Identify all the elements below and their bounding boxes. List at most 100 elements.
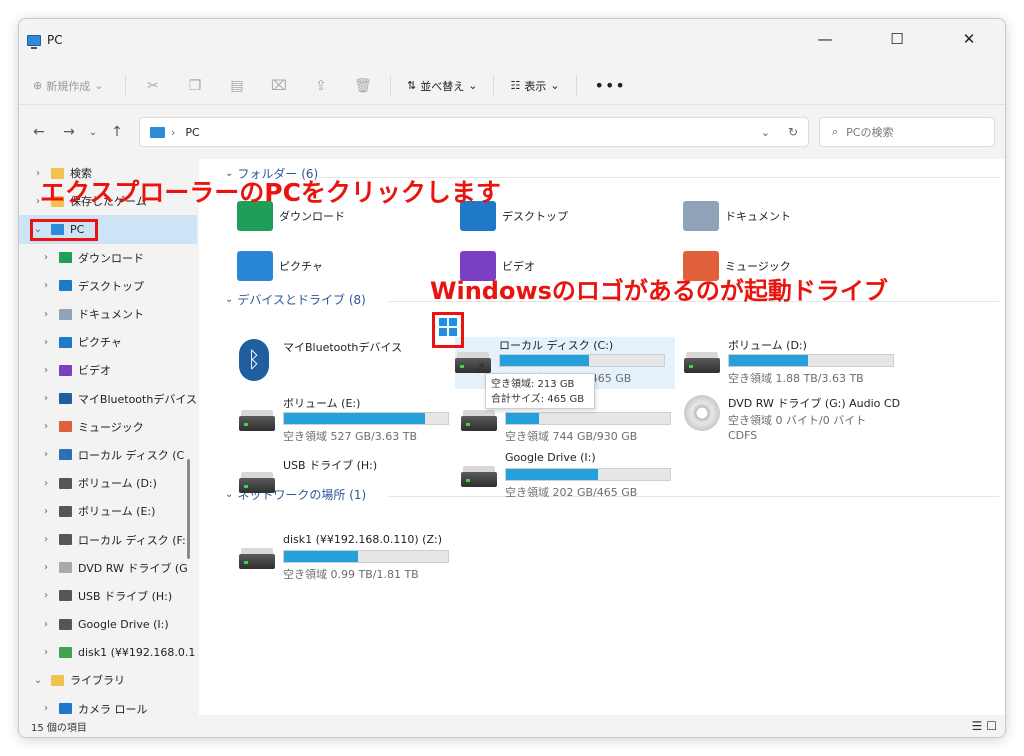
- sidebar-item-icon: [59, 308, 72, 320]
- rename-icon[interactable]: ⌧: [258, 78, 300, 94]
- sidebar-item-label: ドキュメント: [78, 308, 144, 322]
- sidebar-item[interactable]: › ピクチャ: [19, 328, 197, 356]
- maximize-button[interactable]: ☐: [861, 19, 933, 59]
- view-toggle-icons[interactable]: ☰ ☐: [972, 719, 997, 733]
- more-options-button[interactable]: •••: [583, 76, 638, 95]
- chevron-right-icon[interactable]: ›: [39, 365, 53, 376]
- drive-usage-bar: [283, 550, 449, 563]
- sidebar-item[interactable]: › ミュージック: [19, 413, 197, 441]
- sidebar-item-label: USB ドライブ (H:): [78, 589, 173, 603]
- sidebar-item[interactable]: › カメラ ロール: [19, 695, 197, 717]
- drive-item[interactable]: USB ドライブ (H:): [239, 457, 453, 509]
- sidebar-item[interactable]: › ボリューム (E:): [19, 497, 197, 525]
- drive-item[interactable]: ᛒ マイBluetoothデバイス: [239, 339, 453, 391]
- sidebar-item[interactable]: › Google Drive (I:): [19, 610, 197, 638]
- chevron-right-icon[interactable]: ›: [39, 590, 53, 601]
- sidebar-item[interactable]: › ダウンロード: [19, 244, 197, 272]
- sidebar-item[interactable]: › ドキュメント: [19, 300, 197, 328]
- sidebar-item-label: DVD RW ドライブ (G: [78, 561, 188, 575]
- drive-usage-bar: [499, 354, 665, 367]
- up-arrow-icon[interactable]: ↑: [105, 124, 129, 140]
- folder-name: デスクトップ: [502, 210, 568, 223]
- chevron-right-icon[interactable]: ›: [39, 703, 53, 714]
- breadcrumb-pc[interactable]: PC: [185, 126, 199, 139]
- chevron-right-icon[interactable]: ›: [39, 252, 53, 263]
- drive-name: ボリューム (E:): [283, 397, 361, 410]
- cut-icon[interactable]: ✂: [132, 78, 174, 94]
- sort-icon: ⇅: [407, 79, 417, 92]
- chevron-right-icon[interactable]: ›: [39, 506, 53, 517]
- chevron-right-icon[interactable]: ›: [39, 393, 53, 404]
- close-button[interactable]: ✕: [933, 19, 1005, 59]
- sidebar-item-label: デスクトップ: [78, 279, 144, 293]
- refresh-icon[interactable]: ↻: [788, 125, 798, 139]
- paste-icon[interactable]: ▤: [216, 78, 258, 94]
- sidebar-item-icon: [59, 252, 72, 264]
- drive-item[interactable]: DVD RW ドライブ (G:) Audio CD 空き領域 0 バイト/0 バイ…: [684, 395, 900, 447]
- folder-item[interactable]: ピクチャ: [237, 251, 323, 281]
- drive-tooltip: 空き領域: 213 GB 合計サイズ: 465 GB: [485, 373, 595, 409]
- recent-dropdown-icon[interactable]: ⌄: [81, 127, 105, 138]
- sidebar-item-icon: [59, 646, 72, 658]
- forward-arrow-icon[interactable]: →: [57, 124, 81, 140]
- sidebar-item[interactable]: › マイBluetoothデバイス: [19, 385, 197, 413]
- drive-item[interactable]: ボリューム (D:) 空き領域 1.88 TB/3.63 TB: [684, 337, 898, 389]
- chevron-right-icon[interactable]: ›: [39, 309, 53, 320]
- minimize-button[interactable]: —: [789, 19, 861, 59]
- sidebar-item[interactable]: › ローカル ディスク (F:: [19, 525, 197, 553]
- chevron-right-icon[interactable]: ›: [39, 619, 53, 630]
- chevron-right-icon[interactable]: ›: [39, 280, 53, 291]
- drive-item[interactable]: ボリューム (E:) 空き領域 527 GB/3.63 TB: [239, 395, 453, 447]
- new-button[interactable]: ⊕ 新規作成 ⌄: [33, 78, 119, 94]
- search-input[interactable]: ⌕ PCの検索: [819, 117, 995, 147]
- item-count: 15 個の項目: [31, 722, 87, 734]
- sidebar-item-icon: [59, 618, 72, 630]
- drive-usage-fill: [506, 413, 539, 424]
- chevron-right-icon[interactable]: ›: [39, 534, 53, 545]
- sidebar-item[interactable]: › DVD RW ドライブ (G: [19, 554, 197, 582]
- chevron-right-icon[interactable]: ›: [39, 562, 53, 573]
- chevron-right-icon[interactable]: ›: [39, 337, 53, 348]
- address-dropdown-icon[interactable]: ⌄: [761, 126, 770, 139]
- pc-icon: [27, 34, 41, 49]
- folder-name: ドキュメント: [725, 210, 791, 223]
- section-header-devices[interactable]: ⌄ デバイスとドライブ (8): [225, 291, 366, 308]
- copy-icon[interactable]: ❐: [174, 78, 216, 94]
- sidebar-item-icon: [59, 280, 72, 292]
- delete-icon[interactable]: 🗑: [342, 78, 384, 94]
- sidebar-item[interactable]: › ビデオ: [19, 356, 197, 384]
- command-bar: ⊕ 新規作成 ⌄ ✂ ❐ ▤ ⌧ ⇪ 🗑 ⇅ 並べ替え ⌄ ☷ 表示 ⌄ •••: [19, 67, 1005, 105]
- sidebar-item-label: ボリューム (D:): [78, 477, 157, 491]
- breadcrumb-chevron-icon[interactable]: ›: [171, 126, 175, 139]
- sidebar-item-label: disk1 (¥¥192.168.0.1: [78, 645, 196, 659]
- drive-name: disk1 (¥¥192.168.0.110) (Z:): [283, 533, 443, 546]
- chevron-right-icon[interactable]: ›: [39, 421, 53, 432]
- sidebar-item[interactable]: › デスクトップ: [19, 272, 197, 300]
- sidebar-scrollbar[interactable]: [187, 459, 190, 559]
- search-placeholder: PCの検索: [846, 126, 894, 139]
- share-icon[interactable]: ⇪: [300, 78, 342, 94]
- sidebar-item[interactable]: ⌄ ライブラリ: [19, 666, 197, 694]
- view-button[interactable]: ☷ 表示 ⌄: [500, 78, 569, 94]
- chevron-right-icon[interactable]: ›: [39, 478, 53, 489]
- sidebar-item-label: ローカル ディスク (F:: [78, 533, 186, 547]
- chevron-down-icon[interactable]: ⌄: [31, 675, 45, 686]
- back-arrow-icon[interactable]: ←: [27, 124, 51, 140]
- address-bar[interactable]: › PC ⌄ ↻: [139, 117, 809, 147]
- sidebar-item[interactable]: › USB ドライブ (H:): [19, 582, 197, 610]
- drive-led: [244, 561, 248, 564]
- sidebar-item[interactable]: › ボリューム (D:): [19, 469, 197, 497]
- sidebar-item-label: ローカル ディスク (C: [78, 448, 185, 462]
- drive-usage-fill: [284, 551, 358, 562]
- folder-item[interactable]: ドキュメント: [683, 201, 791, 231]
- folder-icon: [683, 201, 719, 231]
- sort-button[interactable]: ⇅ 並べ替え ⌄: [397, 78, 487, 94]
- drive-item[interactable]: Google Drive (I:) 空き領域 202 GB/465 GB: [461, 451, 675, 503]
- drive-usage-bar: [283, 412, 449, 425]
- chevron-right-icon[interactable]: ›: [39, 647, 53, 658]
- sidebar-item[interactable]: › ローカル ディスク (C: [19, 441, 197, 469]
- drive-free-space: 空き領域 527 GB/3.63 TB: [283, 430, 418, 443]
- chevron-right-icon[interactable]: ›: [39, 449, 53, 460]
- sidebar-item[interactable]: › disk1 (¥¥192.168.0.1: [19, 638, 197, 666]
- drive-item[interactable]: disk1 (¥¥192.168.0.110) (Z:) 空き領域 0.99 TB…: [239, 533, 453, 585]
